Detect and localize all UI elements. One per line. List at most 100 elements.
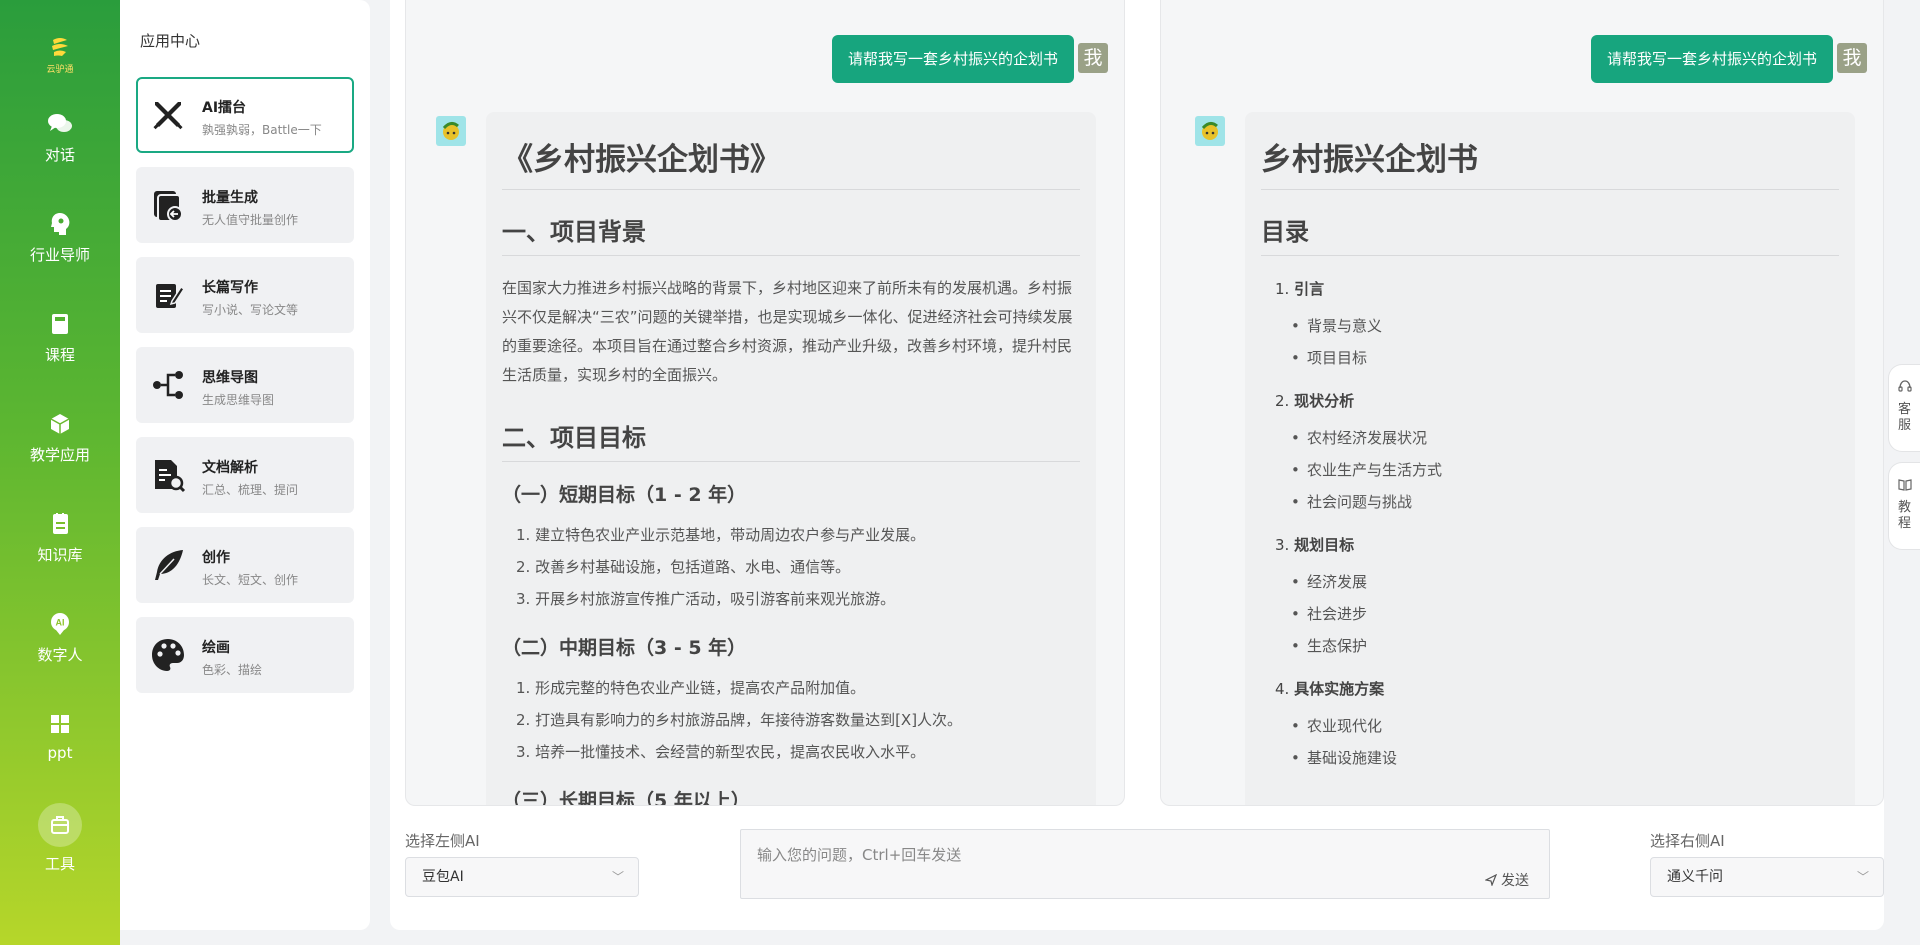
app-card-desc: 无人值守批量创作 [202, 213, 299, 227]
right-ai-select[interactable]: 通义千问 ﹀ [1650, 857, 1884, 897]
app-card-ai-arena[interactable]: AI擂台 孰强孰弱，Battle一下 [136, 77, 354, 153]
toc-item: 农业现代化 [1291, 710, 1839, 742]
customer-service-label: 客服 [1897, 402, 1911, 433]
toc-number: 2. [1275, 392, 1290, 410]
app-card-name: 文档解析 [202, 460, 258, 476]
app-card-desc: 汇总、梳理、提问 [202, 483, 299, 497]
app-card-name: 创作 [202, 550, 230, 566]
toc-item: 农业生产与生活方式 [1291, 454, 1839, 486]
svg-text:AI: AI [56, 618, 65, 628]
rail-item-label: 课程 [44, 346, 75, 364]
left-ai-select[interactable]: 豆包AI ﹀ [405, 857, 639, 897]
toc-item: 生态保护 [1291, 630, 1839, 662]
chat-icon [48, 114, 72, 132]
list-item: 3. 开展乡村旅游宣传推广活动，吸引游客前来观光旅游。 [516, 590, 896, 608]
app-logo[interactable]: 云驴通 [40, 36, 80, 75]
toc-section: 1. 引言 背景与意义 项目目标 [1275, 274, 1839, 374]
app-card-long-writing[interactable]: 长篇写作 写小说、写论文等 [136, 257, 354, 333]
digital-human-icon: AI [51, 613, 69, 635]
answer-title: 乡村振兴企划书 [1261, 134, 1839, 190]
toc-title: 引言 [1294, 280, 1325, 298]
list-item: 2. 改善乡村基础设施，包括道路、水电、通信等。 [516, 558, 851, 576]
send-button[interactable]: 发送 [1483, 870, 1529, 890]
rail-item-mentor[interactable]: 行业导师 [0, 210, 120, 290]
bot-avatar [436, 116, 466, 146]
left-ai-answer: 《乡村振兴企划书》 一、项目背景 在国家大力推进乡村振兴战略的背景下，乡村地区迎… [486, 112, 1096, 806]
rail-item-course[interactable]: 课程 [0, 310, 120, 390]
left-ai-select-value: 豆包AI [422, 869, 464, 885]
left-ai-pane[interactable]: 请帮我写一套乡村振兴的企划书 我 《乡村振兴企划书》 一、项目背景 在国家大力推… [405, 0, 1125, 806]
right-ai-answer: 乡村振兴企划书 目录 1. 引言 背景与意义 项目目标 2. 现状分析 农村经济… [1245, 112, 1855, 805]
book-icon [1897, 479, 1912, 491]
long-writing-icon [156, 284, 186, 308]
rail-item-knowledge-base[interactable]: 知识库 [0, 510, 120, 590]
toc-item: 社会进步 [1291, 598, 1839, 630]
toc-title: 规划目标 [1294, 536, 1355, 554]
app-card-document-parse[interactable]: 文档解析 汇总、梳理、提问 [136, 437, 354, 513]
answer-section-heading: 一、项目背景 [502, 212, 1080, 256]
tools-active-circle [38, 803, 82, 847]
question-input[interactable]: 输入您的问题，Ctrl+回车发送 发送 [740, 829, 1550, 899]
headset-icon [1897, 380, 1912, 392]
left-ai-select-label: 选择左侧AI [405, 832, 480, 850]
toc-title: 现状分析 [1294, 392, 1355, 410]
answer-subheading: （二）中期目标（3 - 5 年） [502, 637, 747, 659]
right-ai-select-label: 选择右侧AI [1650, 832, 1725, 850]
toc-section: 2. 现状分析 农村经济发展状况 农业生产与生活方式 社会问题与挑战 [1275, 386, 1839, 518]
question-input-placeholder: 输入您的问题，Ctrl+回车发送 [757, 846, 962, 864]
app-card-name: AI擂台 [202, 100, 247, 116]
toc-number: 3. [1275, 536, 1290, 554]
chevron-down-icon: ﹀ [611, 870, 624, 884]
rail-item-label: 知识库 [37, 546, 83, 564]
list-item: 1. 形成完整的特色农业产业链，提高农产品附加值。 [516, 679, 866, 697]
customer-service-tab[interactable]: 客服 [1888, 364, 1920, 452]
toc-item: 经济发展 [1291, 566, 1839, 598]
toc-number: 1. [1275, 280, 1290, 298]
course-icon [52, 314, 68, 334]
ai-arena-main: 请帮我写一套乡村振兴的企划书 我 《乡村振兴企划书》 一、项目背景 在国家大力推… [390, 0, 1884, 930]
crossed-swords-icon [153, 102, 183, 130]
toolbox-icon [51, 816, 69, 834]
rail-item-label: 数字人 [37, 646, 83, 664]
app-card-desc: 色彩、描绘 [202, 663, 263, 677]
app-card-desc: 长文、短文、创作 [202, 573, 299, 587]
batch-generate-icon [154, 191, 183, 222]
send-icon [1483, 873, 1497, 887]
rail-item-teaching-app[interactable]: 教学应用 [0, 410, 120, 490]
user-avatar: 我 [1078, 43, 1108, 73]
app-card-name: 批量生成 [202, 190, 258, 206]
toc-item: 项目目标 [1291, 342, 1839, 374]
ppt-icon [51, 715, 69, 733]
teaching-app-icon [50, 414, 70, 434]
toc-number: 4. [1275, 680, 1290, 698]
rail-item-label: ppt [47, 744, 73, 762]
app-card-painting[interactable]: 绘画 色彩、描绘 [136, 617, 354, 693]
answer-list: 1. 建立特色农业产业示范基地，带动周边农户参与产业发展。 2. 改善乡村基础设… [502, 519, 1080, 615]
feather-icon [155, 550, 183, 580]
app-card-mind-map[interactable]: 思维导图 生成思维导图 [136, 347, 354, 423]
answer-subheading: （一）短期目标（1 - 2 年） [502, 484, 747, 506]
rail-item-ppt[interactable]: ppt [0, 710, 120, 790]
app-card-desc: 生成思维导图 [202, 393, 275, 407]
user-message-bubble: 请帮我写一套乡村振兴的企划书 [831, 35, 1074, 83]
tutorial-tab[interactable]: 教程 [1888, 462, 1920, 550]
toc-title: 具体实施方案 [1294, 680, 1385, 698]
list-item: 1. 建立特色农业产业示范基地，带动周边农户参与产业发展。 [516, 526, 926, 544]
answer-subheading: （三）长期目标（5 年以上） [502, 790, 750, 806]
toc-heading: 目录 [1261, 212, 1839, 256]
toc-item: 社会问题与挑战 [1291, 486, 1839, 518]
answer-title: 《乡村振兴企划书》 [502, 134, 1080, 190]
app-card-batch-generate[interactable]: 批量生成 无人值守批量创作 [136, 167, 354, 243]
rail-item-digital-human[interactable]: AI 数字人 [0, 610, 120, 690]
rail-item-tools[interactable]: 工具 [0, 803, 120, 883]
list-item: 3. 培养一批懂技术、会经营的新型农民，提高农民收入水平。 [516, 743, 926, 761]
toc-item: 农村经济发展状况 [1291, 422, 1839, 454]
mentor-icon [51, 213, 70, 235]
rail-item-chat[interactable]: 对话 [0, 110, 120, 190]
bot-avatar [1195, 116, 1225, 146]
list-item: 2. 打造具有影响力的乡村旅游品牌，年接待游客数量达到[X]人次。 [516, 711, 963, 729]
right-ai-pane[interactable]: 请帮我写一套乡村振兴的企划书 我 乡村振兴企划书 目录 1. 引言 背景与意义 … [1160, 0, 1884, 806]
app-card-creation[interactable]: 创作 长文、短文、创作 [136, 527, 354, 603]
palette-icon [152, 639, 184, 671]
answer-list: 1. 形成完整的特色农业产业链，提高农产品附加值。 2. 打造具有影响力的乡村旅… [502, 672, 1080, 768]
